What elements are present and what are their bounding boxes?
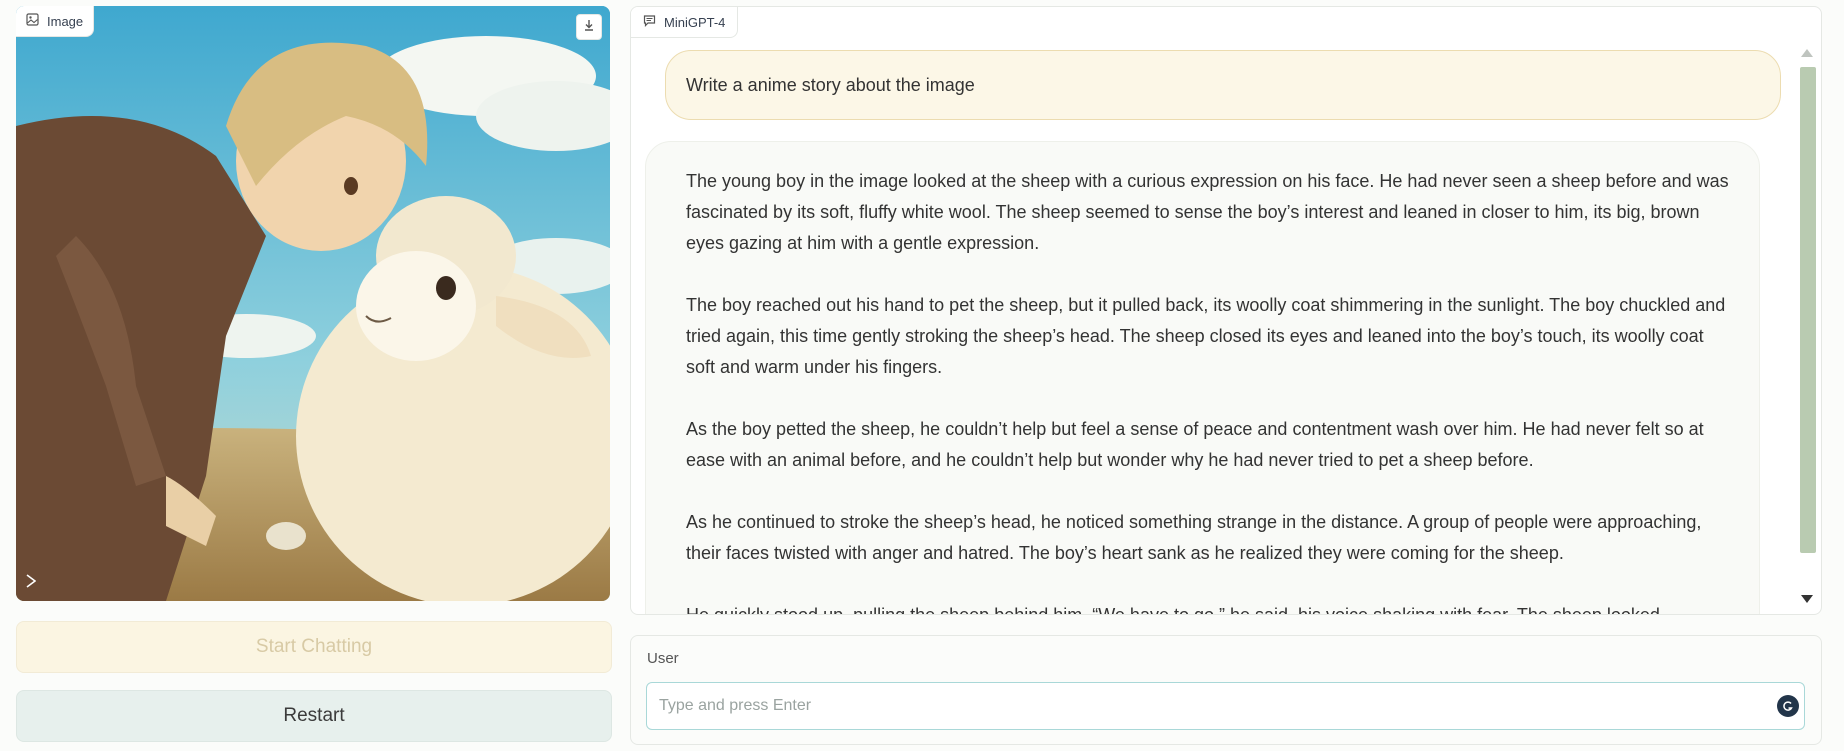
image-panel[interactable]: Image — [16, 6, 610, 601]
bot-paragraph: As the boy petted the sheep, he couldn’t… — [686, 419, 1704, 470]
bot-paragraph: The young boy in the image looked at the… — [686, 171, 1729, 253]
image-icon — [26, 13, 39, 29]
start-chatting-label: Start Chatting — [255, 636, 373, 657]
restart-label: Restart — [283, 705, 345, 726]
user-message: Write a anime story about the image — [665, 50, 1781, 120]
chatbot-panel: MiniGPT-4 Write a anime story about the … — [630, 6, 1822, 615]
image-label-tab: Image — [16, 6, 95, 37]
scroll-thumb[interactable] — [1800, 67, 1816, 553]
restart-button[interactable]: Restart — [16, 690, 612, 742]
scroll-down-icon[interactable] — [1801, 595, 1813, 603]
bot-message: The young boy in the image looked at the… — [645, 141, 1760, 615]
download-button[interactable] — [576, 14, 602, 40]
bot-paragraph: The boy reached out his hand to pet the … — [686, 295, 1726, 377]
chat-icon — [643, 14, 656, 30]
image-label-text: Image — [47, 13, 84, 29]
bot-paragraph: As he continued to stroke the sheep’s he… — [686, 512, 1702, 563]
user-input-label: User — [647, 650, 679, 667]
anime-boy-sheep-image — [16, 6, 610, 601]
user-message-text: Write a anime story about the image — [686, 74, 975, 95]
bot-paragraph: He quickly stood up, pulling the sheep b… — [686, 605, 1660, 615]
download-icon — [583, 18, 595, 36]
chatbot-label-text: MiniGPT-4 — [664, 14, 726, 30]
start-chatting-button[interactable]: Start Chatting — [16, 621, 612, 673]
user-input-field[interactable] — [646, 682, 1805, 730]
scroll-up-icon[interactable] — [1801, 49, 1813, 57]
chat-scrollbar[interactable] — [1797, 41, 1819, 609]
user-input-panel: User — [630, 635, 1822, 745]
grammarly-icon[interactable] — [1777, 695, 1799, 717]
play-icon — [26, 574, 37, 593]
chatbot-label-tab: MiniGPT-4 — [631, 7, 739, 38]
